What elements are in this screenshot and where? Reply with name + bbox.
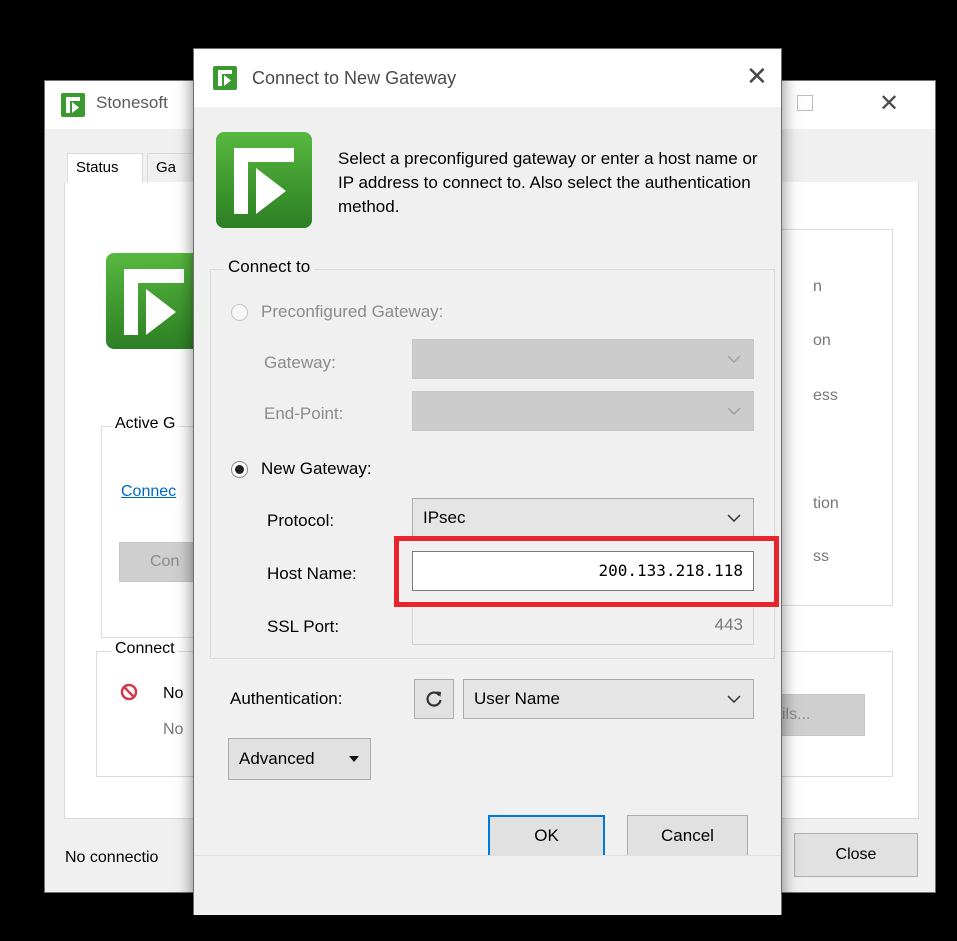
close-icon[interactable]: ✕ bbox=[879, 89, 899, 119]
connect-dialog: Connect to New Gateway ✕ Select a precon… bbox=[193, 48, 782, 915]
gateway-label: Gateway: bbox=[264, 353, 336, 372]
connection-status-detail: No bbox=[163, 721, 184, 738]
highlight-box bbox=[394, 536, 779, 607]
advanced-button-label: Advanced bbox=[239, 749, 315, 768]
info-fragment: tion bbox=[813, 495, 839, 512]
caret-down-icon bbox=[349, 756, 359, 762]
chevron-down-icon bbox=[725, 680, 743, 718]
maximize-icon[interactable] bbox=[797, 95, 813, 111]
tab-status[interactable]: Status bbox=[67, 153, 143, 183]
endpoint-label: End-Point: bbox=[264, 404, 344, 423]
ssl-port-label: SSL Port: bbox=[267, 617, 340, 636]
ssl-port-input[interactable]: 443 bbox=[412, 605, 754, 645]
ok-button[interactable]: OK bbox=[488, 815, 605, 857]
endpoint-select[interactable] bbox=[412, 391, 754, 431]
info-fragment: ess bbox=[813, 387, 838, 404]
connection-status: No bbox=[163, 685, 184, 702]
disconnected-icon bbox=[120, 683, 138, 701]
new-gateway-label: New Gateway: bbox=[261, 459, 372, 478]
connect-link[interactable]: Connec bbox=[121, 483, 176, 501]
info-fragment: n bbox=[813, 278, 822, 295]
close-icon[interactable]: ✕ bbox=[746, 61, 768, 91]
advanced-button[interactable]: Advanced bbox=[228, 738, 371, 780]
stonesoft-logo-icon bbox=[61, 93, 85, 117]
refresh-icon bbox=[426, 691, 442, 707]
new-gateway-radio[interactable] bbox=[231, 461, 248, 478]
chevron-down-icon bbox=[725, 340, 743, 378]
gateway-select[interactable] bbox=[412, 339, 754, 379]
connection-legend: Connect bbox=[112, 640, 178, 658]
authentication-label: Authentication: bbox=[230, 689, 343, 708]
stonesoft-logo-icon bbox=[106, 253, 202, 349]
info-fragment: ss bbox=[813, 548, 829, 565]
stonesoft-logo-icon bbox=[216, 132, 312, 228]
preconfigured-gateway-radio[interactable] bbox=[231, 304, 248, 321]
active-gateway-group bbox=[101, 426, 203, 638]
chevron-down-icon bbox=[725, 392, 743, 430]
chevron-down-icon bbox=[725, 499, 743, 537]
protocol-select[interactable]: IPsec bbox=[412, 498, 754, 538]
preconfigured-gateway-label: Preconfigured Gateway: bbox=[261, 302, 444, 321]
cancel-button[interactable]: Cancel bbox=[627, 815, 748, 857]
info-fragment: on bbox=[813, 332, 831, 349]
dialog-title: Connect to New Gateway bbox=[252, 68, 457, 88]
active-gateway-legend: Active G bbox=[112, 415, 179, 433]
close-button[interactable]: Close bbox=[794, 833, 918, 877]
background-window-title: Stonesoft bbox=[96, 93, 168, 112]
authentication-select-value: User Name bbox=[474, 689, 560, 708]
footer-status: No connectio bbox=[65, 849, 159, 866]
protocol-select-value: IPsec bbox=[423, 508, 466, 527]
authentication-select[interactable]: User Name bbox=[463, 679, 754, 719]
dialog-title-bar: Connect to New Gateway ✕ bbox=[194, 49, 781, 107]
stonesoft-logo-icon bbox=[213, 66, 237, 90]
refresh-button[interactable] bbox=[414, 679, 454, 719]
dialog-status-strip bbox=[194, 855, 781, 915]
protocol-label: Protocol: bbox=[267, 511, 335, 530]
connect-to-legend: Connect to bbox=[224, 257, 315, 277]
intro-text: Select a preconfigured gateway or enter … bbox=[338, 149, 758, 216]
host-name-label: Host Name: bbox=[267, 564, 357, 583]
